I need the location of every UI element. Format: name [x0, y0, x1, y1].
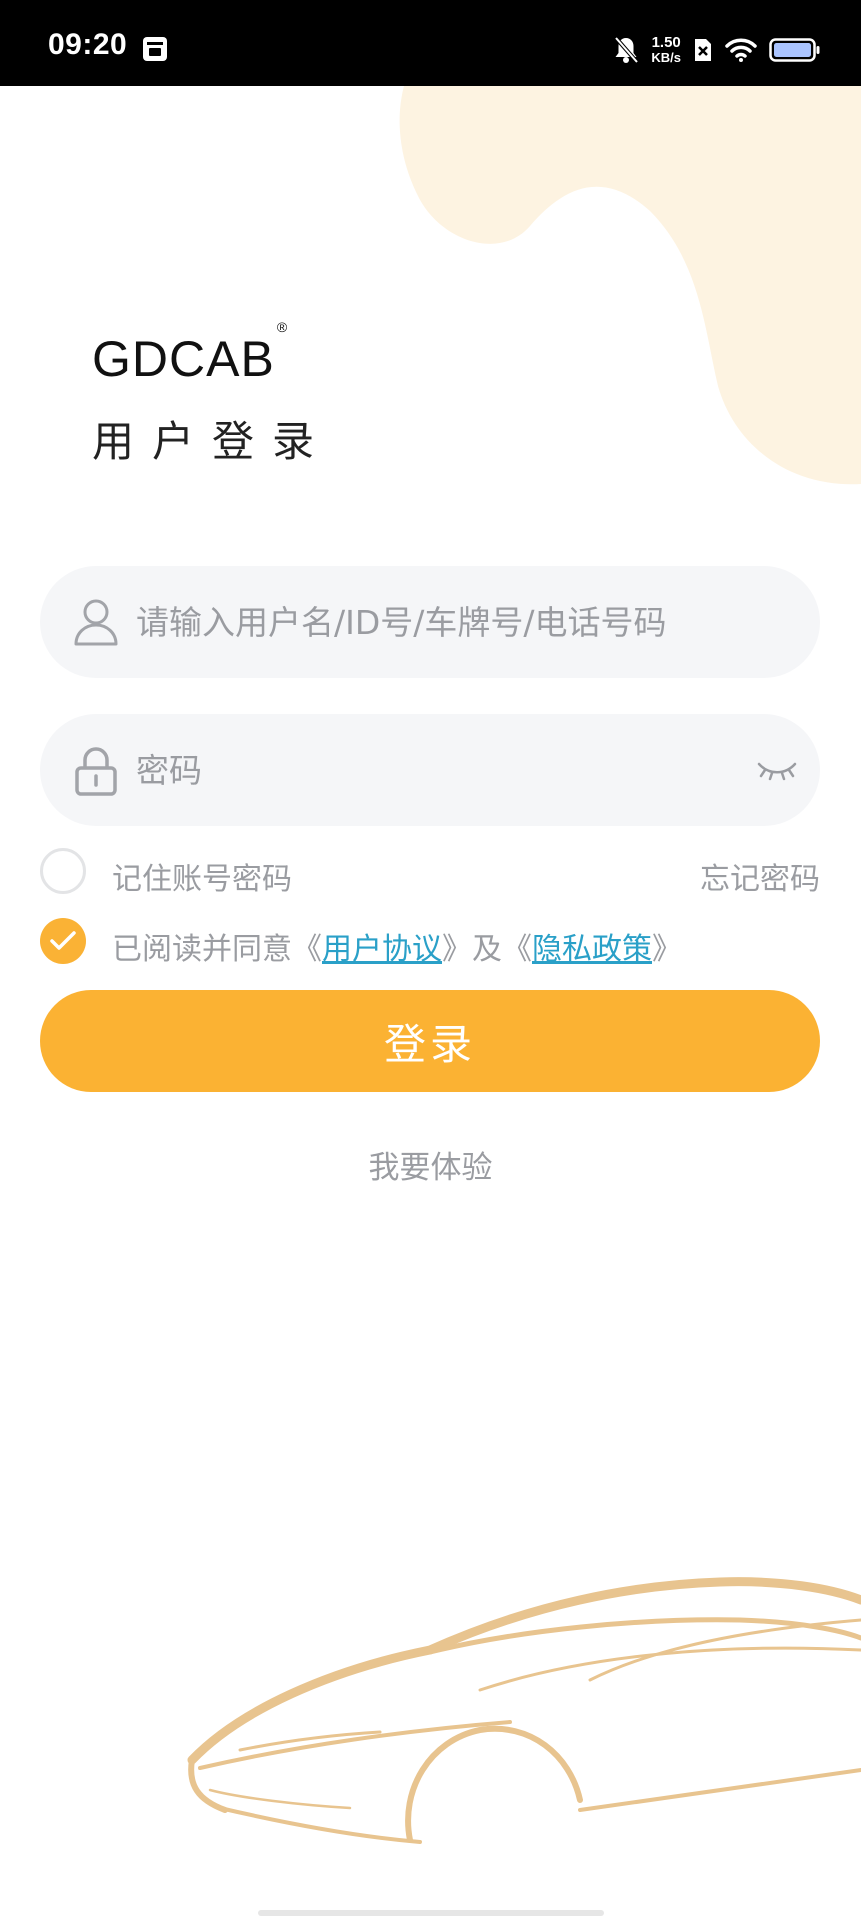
user-agreement-link[interactable]: 用户协议	[322, 932, 442, 967]
notification-app-icon	[143, 37, 167, 61]
login-button[interactable]: 登录	[40, 990, 820, 1092]
eye-closed-icon[interactable]	[756, 752, 798, 788]
wifi-icon	[725, 38, 757, 62]
agree-suffix: 》	[652, 932, 682, 967]
net-speed-value: 1.50	[651, 34, 681, 51]
net-speed-unit: KB/s	[651, 50, 681, 65]
registered-mark: ®	[276, 319, 289, 336]
remember-label[interactable]: 记住账号密码	[112, 854, 292, 898]
password-field[interactable]	[40, 714, 820, 826]
status-icons: 1.50 KB/s	[613, 28, 821, 72]
check-icon	[50, 931, 76, 950]
agreement-row: 已阅读并同意《用户协议》及《隐私政策》	[40, 918, 820, 968]
username-input[interactable]	[136, 566, 740, 678]
agreement-text: 已阅读并同意《用户协议》及《隐私政策》	[112, 924, 682, 968]
trial-link: 我要体验	[0, 1142, 861, 1187]
brand-logo: GDCAB®	[92, 319, 288, 388]
sim-off-icon	[695, 39, 711, 61]
agree-prefix: 已阅读并同意《	[112, 932, 322, 967]
net-speed: 1.50 KB/s	[651, 35, 681, 65]
battery-icon	[769, 38, 820, 62]
agree-middle: 》及《	[442, 932, 532, 967]
user-icon	[74, 599, 118, 646]
status-bar: 09:20 1.50 KB/s	[0, 0, 861, 86]
car-illustration	[187, 1577, 861, 1844]
privacy-policy-link[interactable]: 隐私政策	[532, 932, 652, 967]
page-title: 用户登录	[92, 417, 333, 466]
lock-icon	[75, 747, 117, 796]
brand-name: GDCAB	[92, 331, 275, 387]
remember-checkbox[interactable]	[40, 848, 86, 894]
username-field[interactable]	[40, 566, 820, 678]
password-input[interactable]	[136, 714, 740, 826]
status-time: 09:20	[48, 28, 128, 61]
forgot-password-link[interactable]: 忘记密码	[700, 854, 820, 898]
remember-row: 记住账号密码 忘记密码	[40, 848, 820, 898]
trial-link-label[interactable]: 我要体验	[369, 1150, 493, 1186]
mute-bell-icon	[614, 36, 639, 64]
agree-checkbox[interactable]	[40, 918, 86, 964]
home-indicator[interactable]	[258, 1910, 604, 1916]
